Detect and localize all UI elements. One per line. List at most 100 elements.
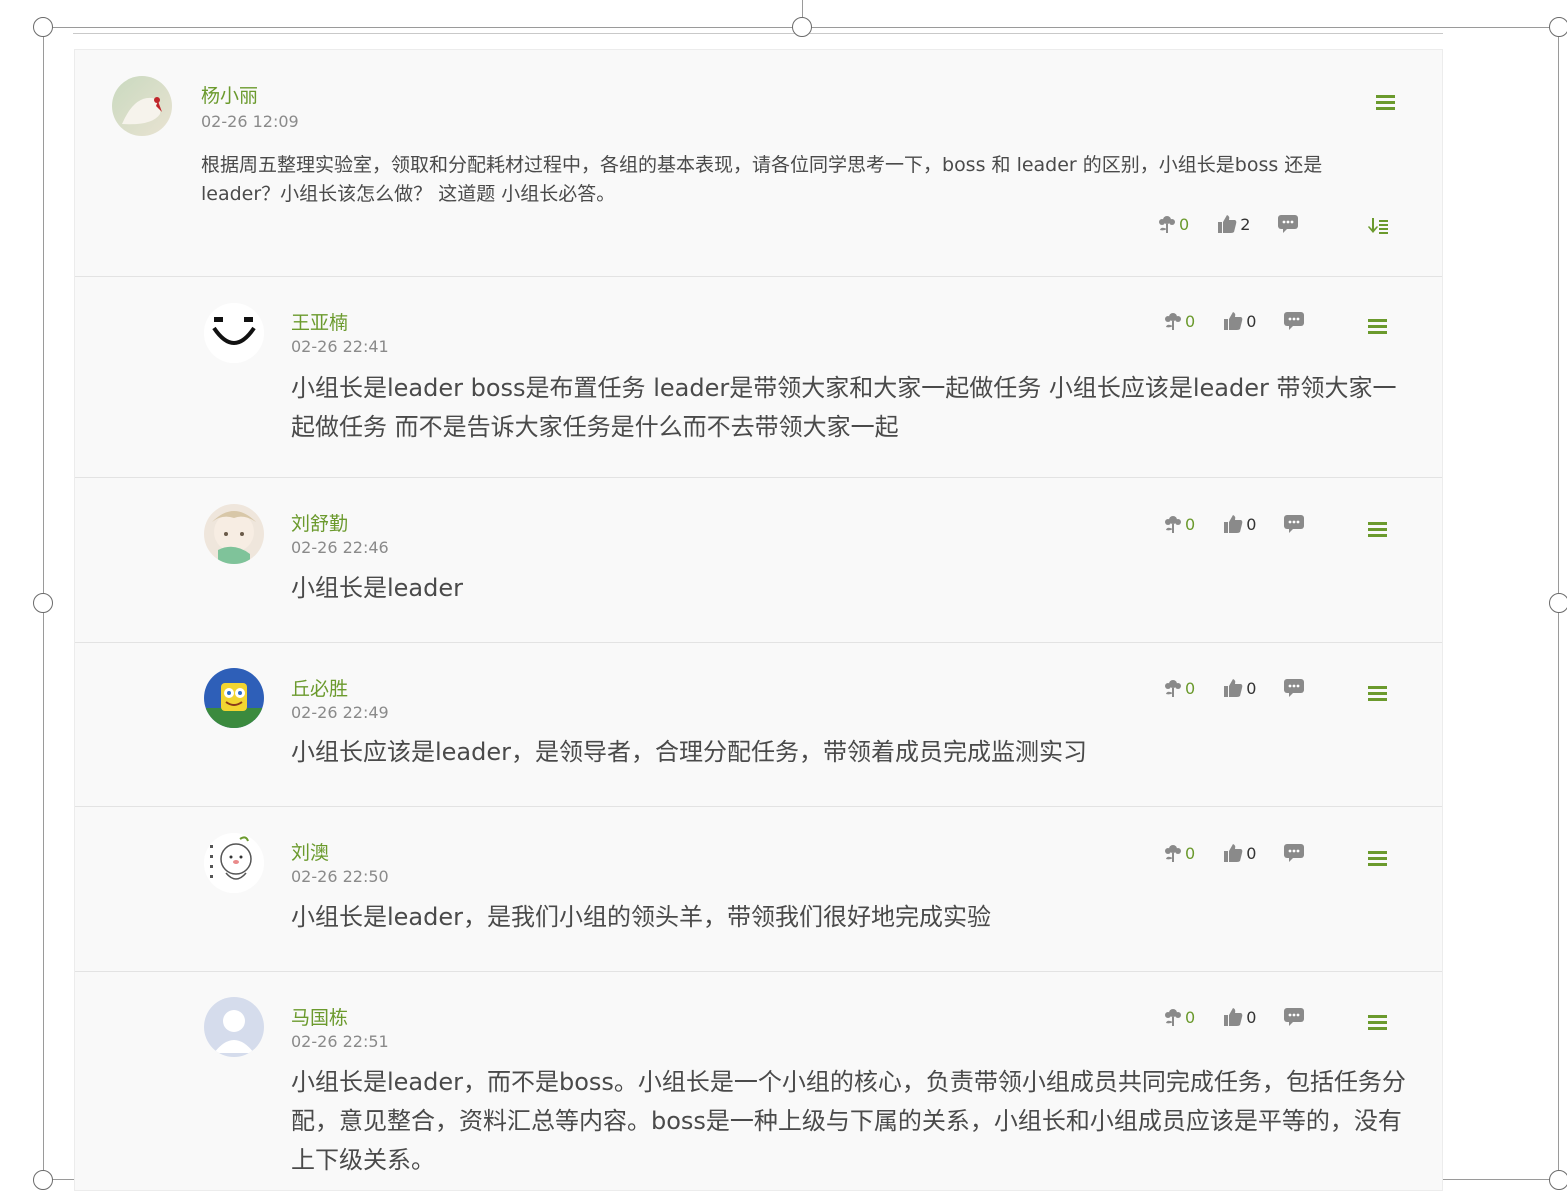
reply-time: 02-26 22:50 [291,867,389,886]
author-name[interactable]: 马国栋 [291,1003,348,1030]
reply-actions: 0 0 [1164,678,1332,698]
thumbs-up-icon [1224,844,1243,862]
avatar[interactable] [112,76,172,136]
reply-time: 02-26 22:49 [291,703,389,722]
avatar[interactable] [204,504,264,564]
comment-button[interactable] [1284,515,1305,533]
avatar[interactable] [204,668,264,728]
flower-icon [1165,680,1181,697]
reply-item: 刘舒勤 02-26 22:46 小组长是leader 0 0 [75,477,1442,643]
flower-count: 0 [1185,311,1196,331]
resize-handle-top-left[interactable] [33,17,53,37]
menu-icon[interactable] [1368,851,1387,866]
reply-actions: 0 0 [1164,1007,1332,1027]
resize-handle-left[interactable] [33,593,53,613]
flower-icon [1165,1009,1181,1026]
avatar[interactable] [204,303,264,363]
like-count: 0 [1246,514,1257,534]
reply-actions: 0 0 [1164,311,1332,331]
original-post: 杨小丽 02-26 12:09 根据周五整理实验室，领取和分配耗材过程中，各组的… [75,50,1442,277]
flower-icon [1165,313,1181,330]
reply-item: 马国栋 02-26 22:51 小组长是leader，而不是boss。小组长是一… [75,971,1442,1190]
reply-body: 小组长是leader [291,574,464,602]
flower-icon [1165,845,1181,862]
menu-icon[interactable] [1368,319,1387,334]
post-body: 根据周五整理实验室，领取和分配耗材过程中，各组的基本表现，请各位同学思考一下，b… [201,154,1323,205]
like-button[interactable]: 0 [1223,514,1256,534]
resize-handle-top[interactable] [792,17,812,37]
flower-count: 0 [1179,214,1190,234]
reply-time: 02-26 22:46 [291,538,389,557]
menu-icon[interactable] [1368,522,1387,537]
thumbs-up-icon [1218,215,1237,233]
like-button[interactable]: 0 [1223,311,1256,331]
like-count: 2 [1240,214,1251,234]
author-name[interactable]: 刘舒勤 [291,509,348,536]
comment-icon [1284,1008,1305,1026]
comment-icon [1284,312,1305,330]
resize-handle-right[interactable] [1549,593,1567,613]
flower-button[interactable]: 0 [1164,678,1195,698]
author-name[interactable]: 丘必胜 [291,674,348,701]
like-count: 0 [1246,1007,1257,1027]
flower-count: 0 [1185,514,1196,534]
author-name[interactable]: 王亚楠 [291,308,348,335]
rotation-line [802,0,803,17]
menu-icon[interactable] [1368,1015,1387,1030]
reply-body: 小组长是leader，是我们小组的领头羊，带领我们很好地完成实验 [291,903,992,931]
sort-down-icon[interactable] [1368,218,1388,238]
reply-time: 02-26 22:41 [291,337,389,356]
resize-handle-bottom-left[interactable] [33,1170,53,1190]
comment-button[interactable] [1278,215,1299,233]
menu-icon[interactable] [1376,95,1395,110]
reply-body: 小组长应该是leader，是领导者，合理分配任务，带领着成员完成监测实习 [291,738,1088,766]
thumbs-up-icon [1224,1008,1243,1026]
flower-icon [1165,516,1181,533]
flower-button[interactable]: 0 [1164,843,1195,863]
reply-actions: 0 0 [1164,514,1332,534]
like-count: 0 [1246,311,1257,331]
like-button[interactable]: 2 [1217,214,1250,234]
thumbs-up-icon [1224,515,1243,533]
author-name[interactable]: 刘澳 [291,838,329,865]
comment-button[interactable] [1284,312,1305,330]
like-button[interactable]: 0 [1223,1007,1256,1027]
menu-icon[interactable] [1368,686,1387,701]
reply-item: 王亚楠 02-26 22:41 小组长是leader boss是布置任务 lea… [75,276,1442,478]
reply-body: 小组长是leader boss是布置任务 leader是带领大家和大家一起做任务… [291,374,1397,441]
like-count: 0 [1246,843,1257,863]
flower-count: 0 [1185,843,1196,863]
avatar[interactable] [204,997,264,1057]
thumbs-up-icon [1224,679,1243,697]
comment-icon [1284,679,1305,697]
resize-handle-top-right[interactable] [1549,17,1567,37]
reply-item: 丘必胜 02-26 22:49 小组长应该是leader，是领导者，合理分配任务… [75,642,1442,807]
like-button[interactable]: 0 [1223,678,1256,698]
flower-button[interactable]: 0 [1164,1007,1195,1027]
avatar[interactable] [204,833,264,893]
post-time: 02-26 12:09 [201,112,299,131]
flower-button[interactable]: 0 [1158,214,1189,234]
flower-icon [1159,216,1175,233]
top-divider [73,33,1443,34]
flower-button[interactable]: 0 [1164,311,1195,331]
comment-button[interactable] [1284,1008,1305,1026]
flower-count: 0 [1185,678,1196,698]
comment-button[interactable] [1284,679,1305,697]
comment-icon [1278,215,1299,233]
author-name[interactable]: 杨小丽 [201,81,258,108]
like-button[interactable]: 0 [1223,843,1256,863]
reply-item: 刘澳 02-26 22:50 小组长是leader，是我们小组的领头羊，带领我们… [75,806,1442,972]
like-count: 0 [1246,678,1257,698]
post-actions: 0 2 [1158,214,1326,234]
comment-panel: 杨小丽 02-26 12:09 根据周五整理实验室，领取和分配耗材过程中，各组的… [74,49,1443,1191]
thumbs-up-icon [1224,312,1243,330]
comment-icon [1284,515,1305,533]
comment-button[interactable] [1284,844,1305,862]
flower-button[interactable]: 0 [1164,514,1195,534]
resize-handle-bottom-right[interactable] [1549,1170,1567,1190]
flower-count: 0 [1185,1007,1196,1027]
reply-actions: 0 0 [1164,843,1332,863]
reply-body: 小组长是leader，而不是boss。小组长是一个小组的核心，负责带领小组成员共… [291,1068,1406,1174]
comment-icon [1284,844,1305,862]
